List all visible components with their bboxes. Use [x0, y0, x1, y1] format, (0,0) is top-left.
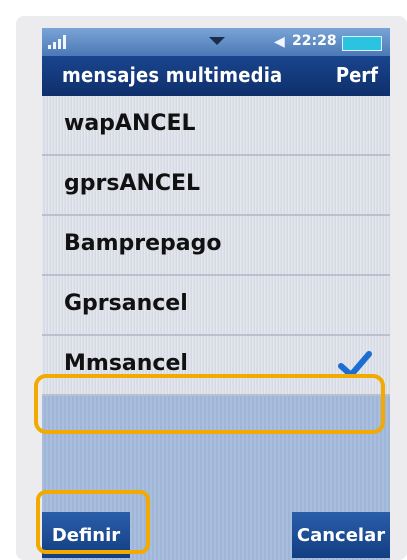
list-item-gprsancel-2[interactable]: Gprsancel — [42, 276, 390, 336]
list-item-bamprepago[interactable]: Bamprepago — [42, 216, 390, 276]
battery-icon — [342, 36, 382, 51]
list-item-label: Gprsancel — [64, 291, 188, 316]
list-item-label: Mmsancel — [64, 351, 188, 376]
status-bar: ◀ 22:28 — [42, 28, 390, 56]
highlight-selected-row — [34, 374, 385, 434]
clock-time: 22:28 — [292, 33, 337, 49]
dropdown-arrow-icon[interactable] — [209, 37, 225, 45]
list-item-label: wapANCEL — [64, 111, 196, 136]
phone-screen: ◀ 22:28 mensajes multimedia Perf wapANCE… — [42, 28, 390, 560]
list-item-label: gprsANCEL — [64, 171, 201, 196]
speaker-icon: ◀ — [274, 34, 285, 50]
page-title: mensajes multimedia — [62, 63, 283, 87]
cancelar-button[interactable]: Cancelar — [292, 512, 390, 558]
list-item-gprsancel[interactable]: gprsANCEL — [42, 156, 390, 216]
highlight-definir-button — [36, 490, 150, 554]
title-bar: mensajes multimedia Perf — [42, 56, 390, 96]
profile-label: Perf — [335, 63, 378, 87]
list-item-label: Bamprepago — [64, 231, 222, 256]
signal-icon — [48, 33, 70, 49]
list-item-wapancel[interactable]: wapANCEL — [42, 96, 390, 156]
